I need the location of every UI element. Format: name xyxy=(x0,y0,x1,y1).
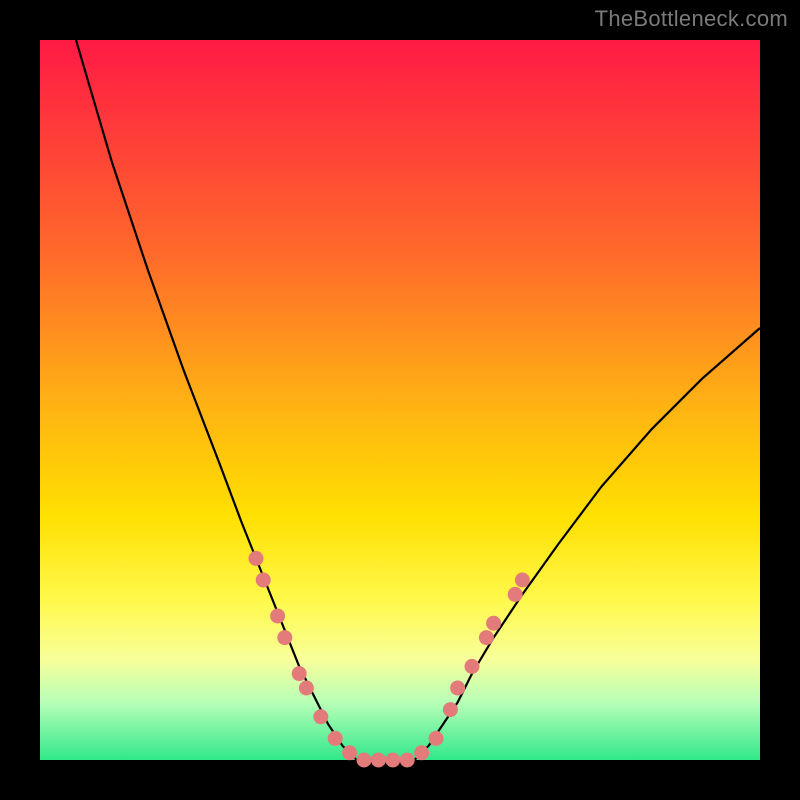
data-dot xyxy=(357,753,371,767)
data-dot xyxy=(451,681,465,695)
data-dot xyxy=(371,753,385,767)
chart-svg xyxy=(40,40,760,760)
data-dot xyxy=(508,587,522,601)
data-dot xyxy=(278,631,292,645)
data-dot xyxy=(515,573,529,587)
data-dot xyxy=(465,659,479,673)
data-dot xyxy=(443,703,457,717)
data-dots xyxy=(249,551,529,767)
data-dot xyxy=(256,573,270,587)
data-dot xyxy=(271,609,285,623)
plot-area xyxy=(40,40,760,760)
data-dot xyxy=(386,753,400,767)
data-dot xyxy=(343,746,357,760)
data-dot xyxy=(429,731,443,745)
data-dot xyxy=(479,631,493,645)
left-curve xyxy=(76,40,357,760)
chart-frame: TheBottleneck.com xyxy=(0,0,800,800)
right-curve xyxy=(414,328,760,760)
data-dot xyxy=(299,681,313,695)
watermark-text: TheBottleneck.com xyxy=(595,6,788,32)
data-dot xyxy=(400,753,414,767)
data-dot xyxy=(415,746,429,760)
data-dot xyxy=(249,551,263,565)
data-dot xyxy=(487,616,501,630)
data-dot xyxy=(292,667,306,681)
data-dot xyxy=(328,731,342,745)
data-dot xyxy=(314,710,328,724)
